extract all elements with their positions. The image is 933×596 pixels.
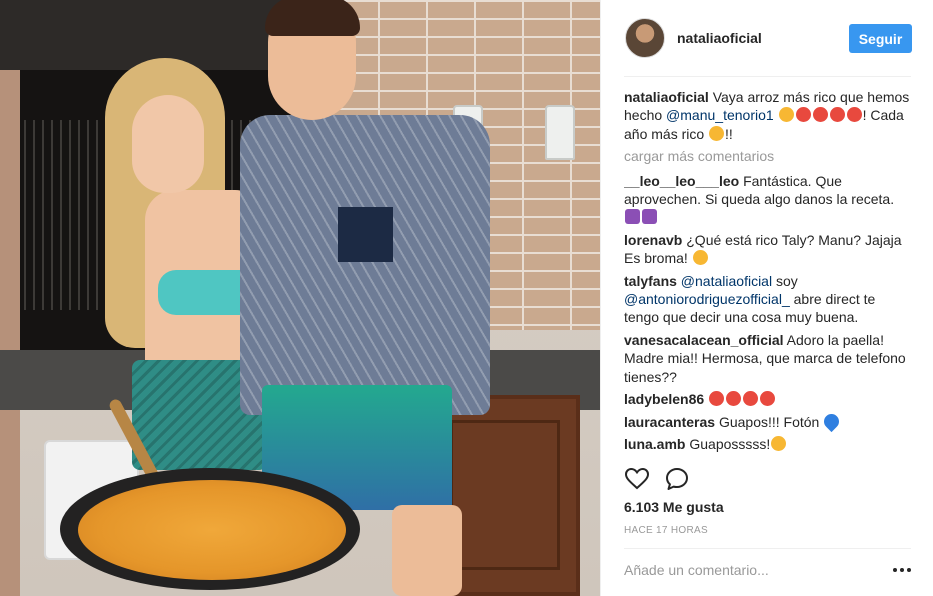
caption-space [774, 107, 778, 123]
shirt-pocket [338, 207, 393, 262]
caption-username[interactable]: nataliaoficial [624, 89, 709, 105]
grinning-emoji-icon [771, 435, 787, 451]
women-emoji-icon [642, 209, 657, 225]
post-timestamp[interactable]: HACE 17 HORAS [624, 525, 708, 536]
heart-eyes-emoji-icon [726, 391, 742, 407]
sweat-smile-emoji-icon [709, 125, 725, 141]
heart-eyes-emoji-icon [795, 107, 811, 123]
comment-username[interactable]: lauracanteras [624, 414, 715, 430]
heart-eyes-emoji-icon [846, 107, 862, 123]
dot [900, 568, 904, 572]
comment-mention[interactable]: @nataliaoficial [677, 273, 772, 289]
caption-mention[interactable]: @manu_tenorio1 [666, 107, 774, 123]
load-more-comments[interactable]: cargar más comentarios [624, 147, 911, 165]
post-header: nataliaoficial Seguir [625, 18, 912, 60]
grinning-emoji-icon [692, 250, 708, 266]
follow-button[interactable]: Seguir [849, 24, 912, 53]
divider [624, 548, 911, 549]
post-photo[interactable] [0, 0, 600, 596]
likes-count[interactable]: 6.103 Me gusta [624, 499, 724, 515]
comment-text: Guaposssss! [685, 435, 771, 452]
heart-eyes-emoji-icon [812, 107, 828, 123]
avatar[interactable] [625, 18, 665, 58]
more-options-icon[interactable] [893, 566, 911, 574]
woman-face [132, 95, 204, 193]
cabinet-panel [450, 420, 560, 570]
add-comment-input[interactable] [624, 562, 884, 578]
header-username[interactable]: nataliaoficial [677, 30, 762, 46]
comment: talyfans @nataliaoficial soy @antoniorod… [624, 272, 911, 327]
comment-text: soy [772, 272, 798, 289]
face-emoji-icon [778, 107, 794, 123]
comment-username[interactable]: __leo__leo___leo [624, 173, 739, 189]
comment: vanesacalacean_official Adoro la paella!… [624, 331, 911, 386]
comment: ladybelen86 [624, 390, 911, 408]
heart-eyes-emoji-icon [760, 391, 776, 407]
comment-text: Guapos!!! Fotón [715, 413, 824, 430]
caption: nataliaoficial Vaya arroz más rico que h… [624, 88, 911, 143]
divider [624, 76, 911, 77]
man-leg [392, 505, 462, 596]
comment-text [704, 391, 708, 407]
heart-eyes-emoji-icon [829, 107, 845, 123]
comments-list: nataliaoficial Vaya arroz más rico que h… [624, 88, 911, 456]
post-actions [624, 466, 911, 492]
women-emoji-icon [625, 209, 640, 225]
heart-eyes-emoji-icon [709, 391, 725, 407]
speech-bubble-icon[interactable] [664, 466, 690, 492]
blue-heart-emoji-icon [821, 410, 843, 432]
comment-username[interactable]: ladybelen86 [624, 391, 704, 407]
heart-outline-icon[interactable] [624, 466, 650, 492]
comment-username[interactable]: lorenavb [624, 232, 682, 248]
paella [78, 480, 346, 580]
comment: luna.amb Guaposssss! [624, 435, 911, 453]
caption-text-3: !! [725, 125, 733, 142]
heart-eyes-emoji-icon [743, 391, 759, 407]
comment: __leo__leo___leo Fantástica. Que aprovec… [624, 172, 911, 227]
comment-mention[interactable]: @antoniorodriguezofficial_ [624, 291, 790, 307]
comment-username[interactable]: vanesacalacean_official [624, 332, 784, 348]
comment-username[interactable]: luna.amb [624, 436, 685, 452]
man-shirt [240, 115, 490, 415]
comment: lorenavb ¿Qué está rico Taly? Manu? Jaja… [624, 231, 911, 268]
comment: lauracanteras Guapos!!! Fotón [624, 410, 911, 432]
lantern [545, 105, 575, 160]
man-hair [265, 0, 360, 36]
dot [893, 568, 897, 572]
left-brick-column [0, 70, 20, 596]
dot [907, 568, 911, 572]
comment-username[interactable]: talyfans [624, 273, 677, 289]
